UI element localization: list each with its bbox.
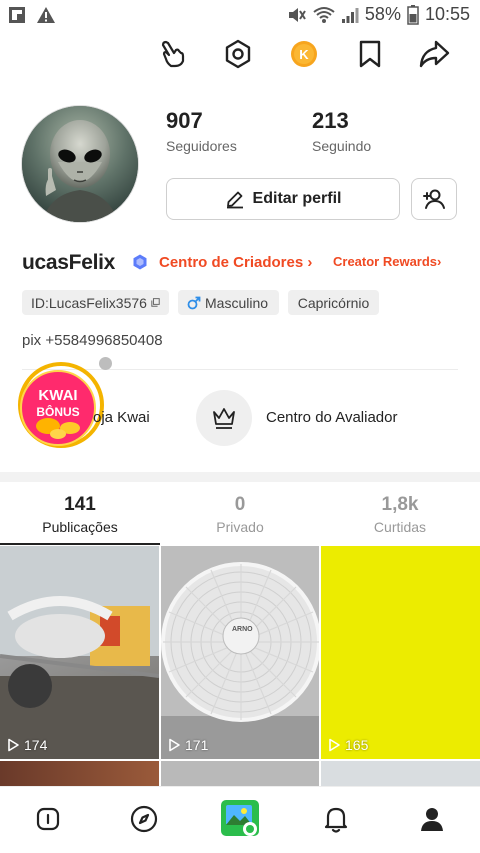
evaluator-center-button[interactable] [196,390,252,446]
create-camera-icon[interactable] [220,797,262,839]
play-icon [8,738,19,752]
chevron-right-icon: › [437,254,442,269]
profile-toolbar: K [0,32,480,76]
creators-center-label: Centro de Criadores [159,254,304,271]
chevron-right-icon: › [303,254,313,271]
pointer-arrow-icon [132,76,152,103]
wifi-icon [313,6,335,23]
view-count-label: 174 [24,737,48,753]
crown-icon [213,408,235,429]
video-thumbnail[interactable] [321,761,480,787]
video-thumbnail[interactable] [0,761,159,787]
alien-avatar-image [22,106,138,222]
view-count-label: 165 [345,737,369,753]
play-icon [329,738,340,752]
evaluator-center-label[interactable]: Centro do Avaliador [266,409,397,426]
tab-count: 0 [234,494,246,515]
kwai-bonus-badge[interactable]: KWAI BÔNUS [18,362,104,448]
following-stat[interactable]: 213 Seguindo [312,108,371,154]
mute-icon [288,7,306,22]
followers-label: Seguidores [166,138,237,154]
kwai-badge-title: KWAI [38,387,78,404]
kwai-coin-icon[interactable]: K [286,36,322,72]
notifications-bell-icon[interactable] [318,801,354,837]
tab-count: 141 [64,494,96,515]
warning-icon [37,7,55,23]
view-count: 165 [327,737,368,753]
kwai-badge-subtitle: BÔNUS [36,405,80,419]
play-icon [169,738,180,752]
gender-tag: Masculino [178,290,279,315]
creator-rewards-label: Creator Rewards [333,254,438,269]
zodiac-tag: Capricórnio [288,290,379,315]
tab-label: Curtidas [373,519,427,535]
id-tag[interactable]: ID:LucasFelix3576 [22,290,169,315]
flipboard-icon [9,7,25,23]
loja-kwai-label[interactable]: oja Kwai [93,409,150,426]
tab-publicacoes[interactable]: 141 Publicações [0,494,160,535]
tab-curtidas[interactable]: 1,8k Curtidas [320,494,480,535]
creators-center-link[interactable]: Centro de Criadores › [159,254,312,271]
video-thumbnail[interactable]: 174 [0,546,159,759]
copy-icon [151,298,160,307]
video-thumbnail[interactable] [161,761,319,787]
tab-label: Publicações [42,519,118,535]
view-count-label: 171 [185,737,209,753]
tab-privado[interactable]: 0 Privado [160,494,320,535]
verified-badge-icon [133,254,147,270]
edit-profile-label: Editar perfil [252,190,342,207]
info-icon[interactable] [30,801,66,837]
id-tag-label: ID:LucasFelix3576 [31,294,147,311]
zodiac-label: Capricórnio [297,294,370,311]
bio: pix +5584996850408 [22,332,163,349]
discover-compass-icon[interactable] [126,801,162,837]
clock: 10:55 [424,4,470,24]
pencil-icon [226,191,243,209]
fan-image [161,546,319,759]
video-thumbnail[interactable]: ARNO 171 [161,546,319,759]
share-icon[interactable] [416,36,452,72]
add-friend-button[interactable] [411,178,457,220]
active-tab-indicator [0,543,160,545]
avatar[interactable] [22,106,138,222]
username: ucasFelix [22,251,116,274]
svg-text:K: K [299,47,309,62]
fan-brand-text: ARNO [232,626,253,633]
add-user-icon [423,189,445,209]
status-bar: 58% 10:55 [0,0,480,32]
following-count: 213 [312,108,349,133]
video-thumbnail[interactable]: 165 [321,546,480,759]
view-count: 171 [167,737,208,753]
gesture-icon[interactable] [156,36,192,72]
battery-percent: 58% [364,4,401,24]
section-separator [0,472,480,482]
tab-label: Privado [216,519,264,535]
followers-count: 907 [166,108,203,133]
settings-hex-icon[interactable] [220,36,256,72]
following-label: Seguindo [312,138,372,154]
bookmark-icon[interactable] [352,36,388,72]
battery-icon [407,4,419,25]
bottom-navigation [0,786,480,853]
gender-label: Masculino [205,294,269,311]
edit-profile-button[interactable]: Editar perfil [166,178,400,220]
motorcycle-image [0,546,159,759]
profile-icon[interactable] [414,801,450,837]
view-count: 174 [6,737,47,753]
creator-rewards-link[interactable]: Creator Rewards› [333,254,441,269]
tab-count: 1,8k [381,494,419,515]
followers-stat[interactable]: 907 Seguidores [166,108,237,154]
signal-icon [341,7,359,23]
male-icon [187,296,201,309]
